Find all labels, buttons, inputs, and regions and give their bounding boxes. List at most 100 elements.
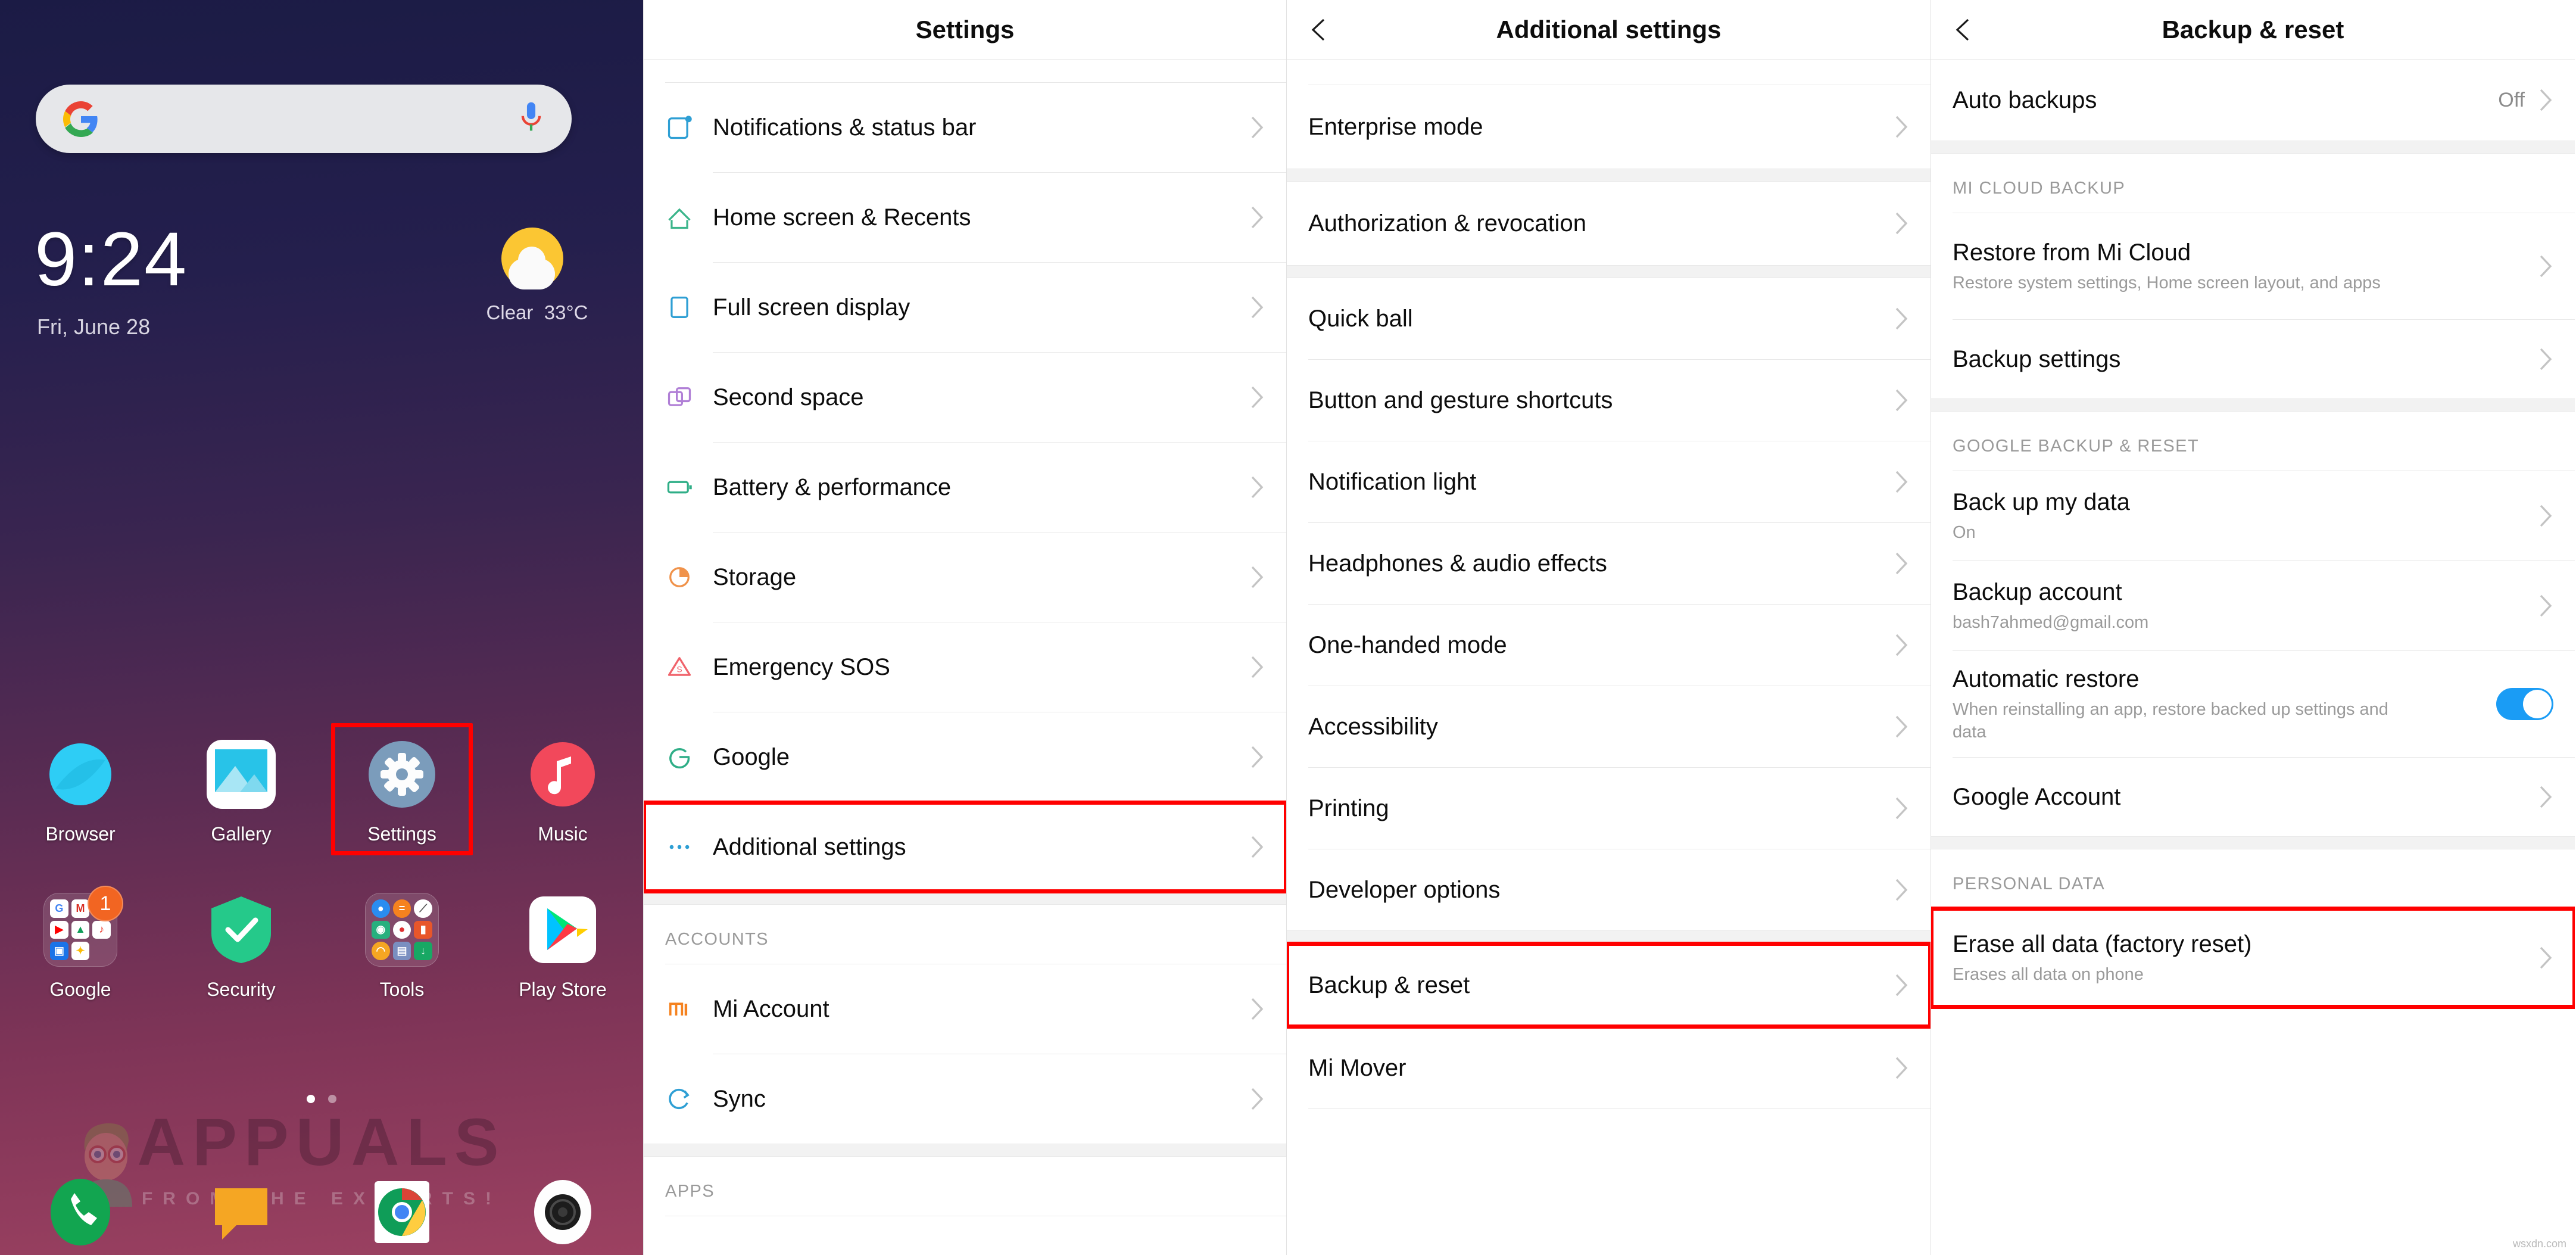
- app-music[interactable]: Music: [482, 721, 643, 845]
- chevron-right-icon: [1249, 385, 1265, 410]
- section-gap: [1931, 398, 2575, 412]
- list-item-accessibility[interactable]: Accessibility: [1287, 686, 1931, 767]
- app-security[interactable]: Security: [161, 876, 322, 1001]
- dock-item-chrome[interactable]: [322, 1179, 482, 1245]
- additional-settings-list: Enterprise mode Authorization & revocati…: [1287, 85, 1931, 1109]
- sidebar-item-additional-settings[interactable]: Additional settings: [644, 801, 1286, 893]
- app-play-store[interactable]: Play Store: [482, 876, 643, 1001]
- google-g-logo: [63, 101, 99, 137]
- item-text: Google Account: [1953, 784, 2121, 810]
- list-item-backup-reset[interactable]: Backup & reset: [1287, 942, 1931, 1029]
- clock-widget-time[interactable]: 9:24: [35, 222, 188, 298]
- section-gap: [1287, 265, 1931, 278]
- item-text: Auto backups: [1953, 87, 2097, 113]
- settings-gear-icon: [365, 737, 439, 811]
- item-text: Quick ball: [1308, 306, 1413, 332]
- list-item-button-gesture-shortcuts[interactable]: Button and gesture shortcuts: [1287, 360, 1931, 441]
- list-item-erase-all-data[interactable]: Erase all data (factory reset) Erases al…: [1931, 907, 2575, 1009]
- list-item-headphones-audio-effects[interactable]: Headphones & audio effects: [1287, 523, 1931, 604]
- list-item-developer-options[interactable]: Developer options: [1287, 849, 1931, 930]
- folder-app-drive: ▲: [71, 920, 90, 939]
- google-folder-icon: G M ◆ ▶ ▲ ♪ ▣ ✦ 1: [43, 886, 123, 967]
- section-gap: [1287, 169, 1931, 182]
- app-tools-folder[interactable]: ● = ⟋ ◉ ● ▮ ◠ ▤ ↓ Tools: [322, 876, 482, 1001]
- sidebar-item-emergency-sos[interactable]: S Emergency SOS: [644, 622, 1286, 712]
- list-item-backup-settings[interactable]: Backup settings: [1931, 320, 2575, 398]
- chevron-right-icon: [2538, 254, 2553, 279]
- list-item-one-handed-mode[interactable]: One-handed mode: [1287, 605, 1931, 686]
- list-item-notification-light[interactable]: Notification light: [1287, 441, 1931, 522]
- list-item-auto-backups[interactable]: Auto backups Off: [1931, 60, 2575, 141]
- sidebar-item-home-screen[interactable]: Home screen & Recents: [644, 173, 1286, 262]
- sidebar-item-battery[interactable]: Battery & performance: [644, 443, 1286, 532]
- folder-app-play-music: ♪: [92, 920, 111, 939]
- sidebar-item-notifications[interactable]: Notifications & status bar: [644, 83, 1286, 172]
- list-item-backup-account[interactable]: Backup account bash7ahmed@gmail.com: [1931, 561, 2575, 650]
- app-gallery[interactable]: Gallery: [161, 721, 322, 845]
- svg-text:S: S: [676, 665, 682, 675]
- list-item-mi-mover[interactable]: Mi Mover: [1287, 1027, 1931, 1108]
- sidebar-item-mi-account[interactable]: Mi Account: [644, 964, 1286, 1054]
- tools-folder-icon: ● = ⟋ ◉ ● ▮ ◠ ▤ ↓: [365, 893, 439, 967]
- chevron-right-icon: [1249, 834, 1265, 859]
- folder-app-youtube: ▶: [50, 920, 68, 939]
- microphone-icon[interactable]: [518, 101, 544, 137]
- weather-text: Clear 33°C: [460, 301, 615, 324]
- sidebar-item-sync[interactable]: Sync: [644, 1054, 1286, 1144]
- item-subtitle: On: [1953, 522, 1976, 542]
- list-item-automatic-restore[interactable]: Automatic restore When reinstalling an a…: [1931, 651, 2575, 757]
- folder-app-duo: ▣: [50, 942, 68, 960]
- app-browser[interactable]: Browser: [0, 721, 161, 845]
- sidebar-item-full-screen[interactable]: Full screen display: [644, 263, 1286, 352]
- list-item-authorization-revocation[interactable]: Authorization & revocation: [1287, 182, 1931, 265]
- app-settings[interactable]: Settings: [322, 721, 482, 855]
- item-subtitle: bash7ahmed@gmail.com: [1953, 612, 2149, 632]
- automatic-restore-toggle[interactable]: [2496, 688, 2553, 720]
- chevron-left-icon[interactable]: [1951, 17, 1976, 42]
- backup-title-bar: Backup & reset: [1931, 0, 2575, 60]
- weather-widget[interactable]: Clear 33°C: [460, 224, 615, 324]
- dock-item-phone[interactable]: [0, 1179, 161, 1245]
- sidebar-item-second-space[interactable]: Second space: [644, 353, 1286, 442]
- item-text: Headphones & audio effects: [1308, 550, 1607, 577]
- list-item-quick-ball[interactable]: Quick ball: [1287, 278, 1931, 359]
- chevron-right-icon: [1249, 745, 1265, 770]
- dock-item-camera[interactable]: [482, 1179, 643, 1245]
- app-label: Browser: [45, 823, 116, 845]
- chevron-right-icon: [1894, 551, 1909, 576]
- security-shield-icon: [204, 893, 278, 967]
- app-label: Music: [538, 823, 588, 845]
- chevron-right-icon: [1894, 877, 1909, 902]
- item-text: Restore from Mi Cloud Restore system set…: [1953, 238, 2538, 295]
- folder-app-scanner: ▤: [392, 942, 411, 960]
- sidebar-item-google[interactable]: Google: [644, 712, 1286, 802]
- chevron-right-icon: [1894, 973, 1909, 998]
- list-item-restore-from-mi-cloud[interactable]: Restore from Mi Cloud Restore system set…: [1931, 213, 2575, 319]
- item-text: Button and gesture shortcuts: [1308, 387, 1613, 413]
- list-item-back-up-my-data[interactable]: Back up my data On: [1931, 471, 2575, 560]
- page-dot-active[interactable]: [306, 1095, 315, 1103]
- sidebar-item-storage[interactable]: Storage: [644, 532, 1286, 622]
- page-dot[interactable]: [328, 1095, 337, 1103]
- more-dots-icon: [665, 833, 713, 861]
- dock-item-messages[interactable]: [161, 1179, 322, 1245]
- item-text: Backup & reset: [1308, 972, 1470, 998]
- chevron-right-icon: [1894, 796, 1909, 821]
- app-google-folder[interactable]: G M ◆ ▶ ▲ ♪ ▣ ✦ 1 Google: [0, 876, 161, 1001]
- item-text: Backup account bash7ahmed@gmail.com: [1953, 578, 2538, 634]
- camera-icon: [529, 1179, 596, 1245]
- google-search-bar[interactable]: [36, 85, 572, 153]
- settings-panel: Settings Notifications & status bar Home…: [643, 0, 1286, 1255]
- list-item-printing[interactable]: Printing: [1287, 768, 1931, 849]
- chevron-left-icon[interactable]: [1307, 17, 1332, 42]
- notification-badge: 1: [88, 886, 123, 921]
- item-text: Storage: [713, 564, 797, 590]
- chevron-right-icon: [1894, 469, 1909, 494]
- item-text: Battery & performance: [713, 474, 952, 500]
- group-header-accounts: ACCOUNTS: [644, 905, 1286, 964]
- item-text: Accessibility: [1308, 714, 1438, 740]
- list-item-enterprise-mode[interactable]: Enterprise mode: [1287, 85, 1931, 169]
- chevron-right-icon: [1249, 295, 1265, 320]
- list-item-google-account[interactable]: Google Account: [1931, 758, 2575, 836]
- item-text: Notification light: [1308, 469, 1477, 495]
